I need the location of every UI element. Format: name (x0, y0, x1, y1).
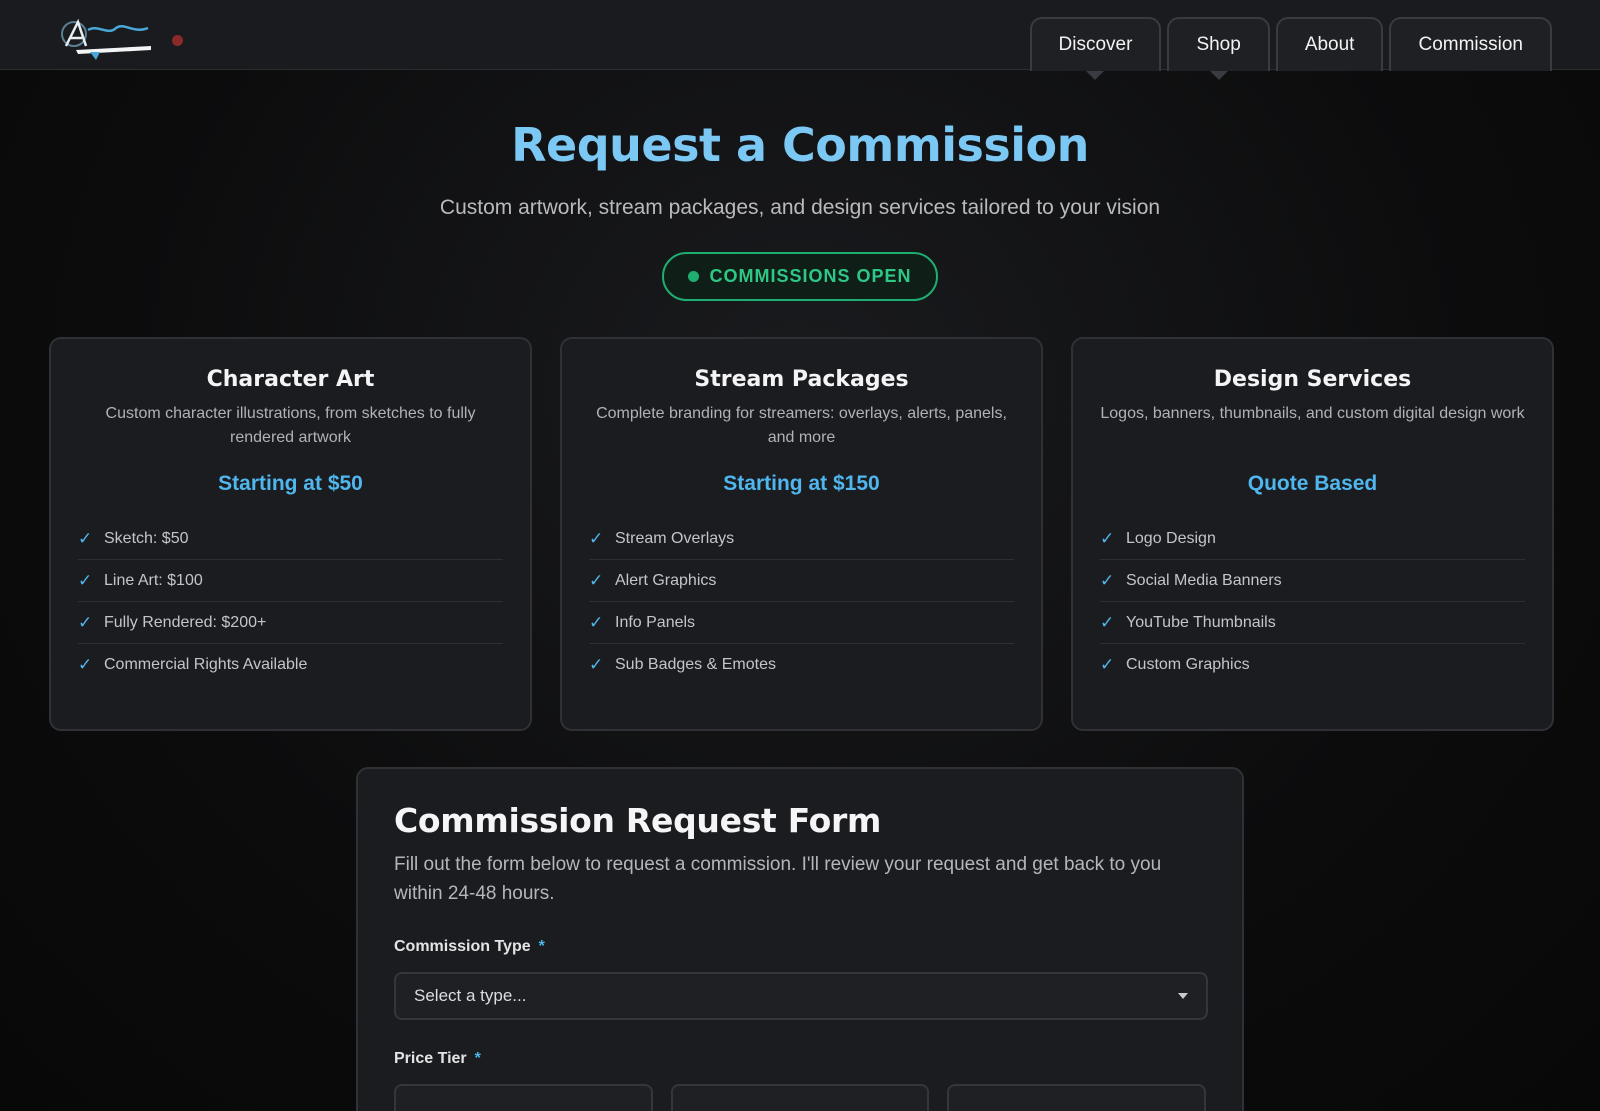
card-title: Design Services (1213, 367, 1412, 392)
card-price: Starting at $50 (218, 472, 363, 495)
status-dot-icon (688, 271, 700, 282)
feature-label: Fully Rendered: $200+ (104, 613, 267, 631)
form-title: Commission Request Form (394, 801, 882, 840)
form-description: Fill out the form below to request a com… (394, 854, 1162, 904)
nav-tab-about[interactable]: About (1275, 17, 1384, 71)
commission-type-label: Commission Type * (394, 938, 1206, 956)
check-icon: ✓ (1100, 655, 1115, 674)
dropdown-caret-icon (1086, 71, 1105, 80)
feature-label: Sub Badges & Emotes (615, 656, 776, 673)
check-icon: ✓ (78, 612, 93, 632)
card-title: Character Art (206, 367, 375, 392)
feature-label: Alert Graphics (615, 571, 717, 589)
price-tier-option[interactable] (947, 1084, 1207, 1111)
status-text: COMMISSIONS OPEN (709, 266, 912, 286)
feature-label: Commercial Rights Available (104, 656, 308, 673)
feature-item: ✓ Sub Badges & Emotes (589, 644, 1014, 686)
card-price: Starting at $150 (723, 472, 880, 495)
card-stream-packages: Stream Packages Complete branding for st… (560, 337, 1043, 731)
check-icon: ✓ (1100, 612, 1115, 632)
live-indicator-dot (172, 35, 183, 46)
commission-type-label-text: Commission Type (394, 938, 531, 955)
service-cards: Character Art Custom character illustrat… (49, 337, 1554, 731)
check-icon: ✓ (589, 570, 604, 590)
feature-label: Info Panels (615, 613, 696, 631)
card-character-art: Character Art Custom character illustrat… (49, 337, 532, 731)
required-mark: * (474, 1050, 481, 1067)
nav-tab-label: About (1304, 34, 1355, 55)
main-nav: Discover Shop About Commission (1029, 17, 1552, 80)
price-tier-option[interactable] (670, 1084, 930, 1111)
feature-item: ✓ Alert Graphics (589, 560, 1014, 602)
commission-request-form: Commission Request Form Fill out the for… (356, 767, 1244, 1111)
check-icon: ✓ (589, 612, 604, 632)
feature-item: ✓ YouTube Thumbnails (1100, 602, 1525, 644)
feature-item: ✓ Stream Overlays (589, 518, 1014, 560)
nav-tab-commission[interactable]: Commission (1389, 17, 1552, 71)
feature-label: Custom Graphics (1126, 656, 1250, 673)
price-tier-label-text: Price Tier (394, 1050, 467, 1067)
feature-label: Stream Overlays (615, 529, 735, 547)
feature-item: ✓ Logo Design (1100, 518, 1525, 560)
feature-label: Logo Design (1126, 529, 1216, 547)
nav-tab-label: Shop (1196, 34, 1241, 55)
feature-item: ✓ Line Art: $100 (78, 560, 503, 602)
top-bar: Discover Shop About Commission (0, 0, 1600, 80)
feature-list: ✓ Stream Overlays ✓ Alert Graphics ✓ Info P… (589, 518, 1014, 686)
price-tier-option[interactable] (394, 1084, 653, 1111)
card-title: Stream Packages (694, 367, 909, 392)
feature-item: ✓ Custom Graphics (1100, 644, 1525, 686)
feature-label: Sketch: $50 (104, 529, 189, 547)
feature-list: ✓ Logo Design ✓ Social Media Banners ✓ YouT… (1100, 518, 1525, 686)
feature-label: Social Media Banners (1126, 571, 1282, 589)
nav-tab-discover[interactable]: Discover (1029, 17, 1162, 80)
site-logo[interactable] (56, 16, 156, 62)
required-mark: * (538, 938, 545, 955)
card-price: Quote Based (1247, 472, 1378, 495)
nav-tab-shop[interactable]: Shop (1167, 17, 1270, 80)
feature-item: ✓ Fully Rendered: $200+ (78, 602, 503, 644)
check-icon: ✓ (78, 655, 93, 674)
feature-item: ✓ Commercial Rights Available (78, 644, 503, 686)
nav-tab-label: Discover (1058, 34, 1133, 55)
card-description: Complete branding for streamers: overlay… (596, 405, 1007, 446)
card-description: Custom character illustrations, from ske… (105, 405, 476, 446)
dropdown-caret-icon (1209, 71, 1228, 80)
commission-type-select[interactable]: Select a type... (394, 972, 1208, 1020)
check-icon: ✓ (589, 528, 604, 548)
chevron-down-icon (1178, 993, 1188, 999)
card-description: Logos, banners, thumbnails, and custom d… (1100, 405, 1525, 422)
feature-label: Line Art: $100 (104, 571, 203, 589)
price-tier-label: Price Tier * (394, 1050, 1206, 1068)
price-tier-options (394, 1084, 1207, 1111)
feature-list: ✓ Sketch: $50 ✓ Line Art: $100 ✓ Fully Rend… (78, 518, 503, 686)
feature-label: YouTube Thumbnails (1126, 613, 1276, 631)
feature-item: ✓ Sketch: $50 (78, 518, 503, 560)
page-title: Request a Commission (511, 118, 1089, 172)
check-icon: ✓ (1100, 528, 1115, 548)
feature-item: ✓ Info Panels (589, 602, 1014, 644)
check-icon: ✓ (78, 528, 93, 548)
page-subtitle: Custom artwork, stream packages, and des… (439, 196, 1161, 219)
nav-tab-label: Commission (1418, 34, 1523, 55)
check-icon: ✓ (78, 570, 93, 590)
check-icon: ✓ (589, 655, 604, 674)
card-design-services: Design Services Logos, banners, thumbnai… (1071, 337, 1554, 731)
commission-status-badge: COMMISSIONS OPEN (662, 252, 938, 301)
commission-type-value: Select a type... (414, 986, 527, 1005)
check-icon: ✓ (1100, 570, 1115, 590)
feature-item: ✓ Social Media Banners (1100, 560, 1525, 602)
